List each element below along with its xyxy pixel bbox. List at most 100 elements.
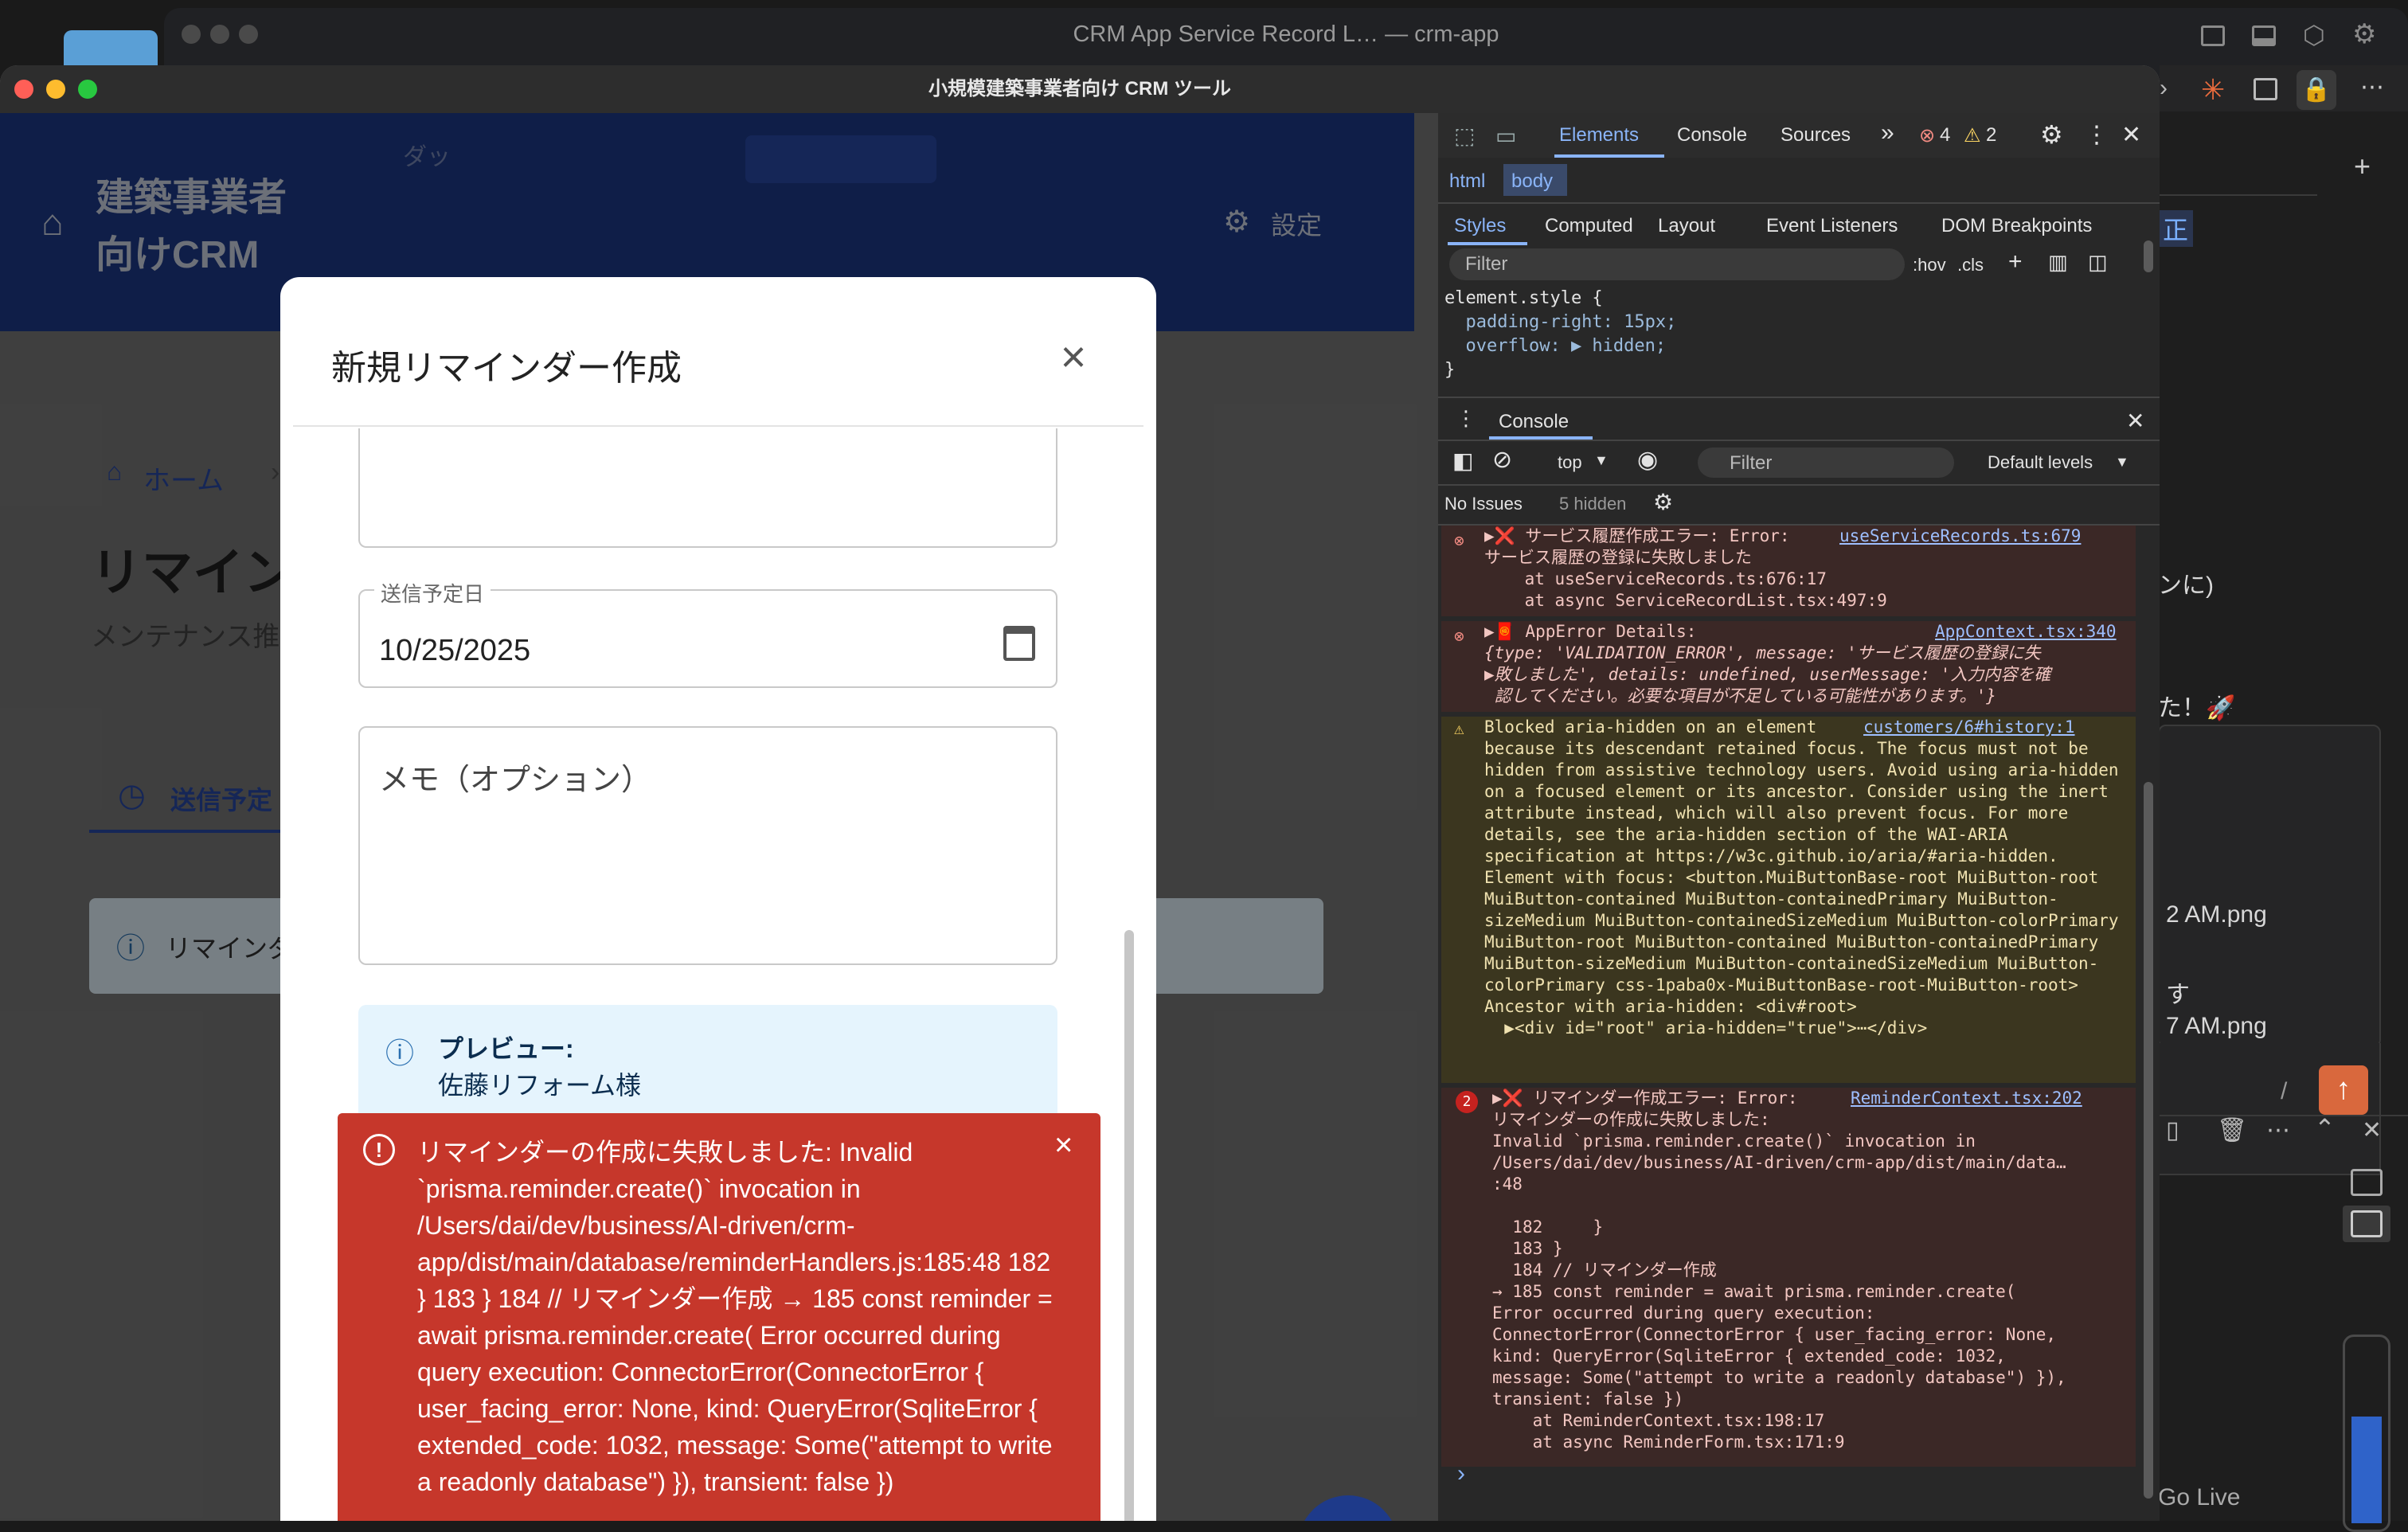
new-rule-icon[interactable]: + (2008, 248, 2023, 276)
message-body: リマインダーの作成に失敗しました: Invalid `prisma.remind… (1492, 1110, 2066, 1452)
tab-console[interactable]: Console (1677, 124, 1747, 147)
console-filter-input[interactable]: Filter (1698, 447, 1954, 478)
tab-sources[interactable]: Sources (1781, 124, 1851, 147)
tab-dom-breakpoints[interactable]: DOM Breakpoints (1941, 215, 2092, 237)
log-levels-select[interactable]: Default levels (1988, 452, 2093, 473)
message-text[interactable]: ▶❌ リマインダー作成エラー: Error: (1492, 1088, 1798, 1109)
drawer-tab-console[interactable]: Console (1499, 411, 1569, 433)
cls-button[interactable]: .cls (1957, 255, 1984, 276)
paint-icon[interactable]: ▥ (2048, 250, 2068, 275)
split-view-icon[interactable] (2254, 78, 2277, 100)
error-snackbar: ! リマインダーの作成に失敗しました: Invalid `prisma.remi… (338, 1113, 1100, 1521)
divider (293, 425, 1143, 427)
hov-button[interactable]: :hov (1913, 255, 1946, 276)
source-link[interactable]: customers/6#history:1 (1863, 717, 2075, 738)
chevron-up-icon[interactable]: ⌃ (2314, 1113, 2336, 1143)
message-text[interactable]: ▶❌ サービス履歴作成エラー: Error: (1484, 526, 1790, 547)
tab-elements[interactable]: Elements (1559, 124, 1639, 147)
preview-label: プレビュー: (438, 1034, 574, 1063)
console-error-message: ⊗ ▶🧧 AppError Details: AppContext.tsx:34… (1441, 621, 2136, 712)
gear-icon[interactable]: ⚙ (2352, 21, 2379, 48)
breadcrumb-body[interactable]: body (1511, 170, 1553, 193)
attachments-box: 2 AM.png す 7 AM.png (2158, 725, 2381, 1048)
tab-event-listeners[interactable]: Event Listeners (1766, 215, 1898, 237)
device-toolbar-icon[interactable]: ▭ (1495, 123, 1516, 149)
attachment-name[interactable]: 7 AM.png (2166, 1013, 2267, 1040)
preview-text: 佐藤リフォーム様 (438, 1071, 642, 1100)
ide-chat-panel: + 正 ンに) た！🚀 2 AM.png す 7 AM.png / ↑ ▯ 🗑 … (2158, 111, 2408, 1532)
styles-scrollbar[interactable] (2144, 240, 2153, 272)
eye-icon[interactable]: ◉ (1637, 446, 1658, 474)
css-line: } (1444, 360, 1456, 380)
repeat-count-badge: 2 (1456, 1091, 1478, 1113)
more-icon[interactable]: ⋯ (2266, 1116, 2290, 1144)
console-scrollbar[interactable] (2144, 782, 2153, 1499)
go-live-button[interactable]: Go Live (2158, 1484, 2240, 1511)
message-text[interactable]: ▶🧧 AppError Details: (1484, 621, 1696, 643)
lock-icon[interactable]: 🔒 (2297, 70, 2336, 110)
error-count-icon[interactable]: ⊗ (1919, 124, 1935, 147)
sidebar-toggle-icon[interactable] (2201, 25, 2225, 46)
chevron-down-icon[interactable]: ▼ (1594, 452, 1609, 469)
chevron-down-icon[interactable]: ▼ (2115, 454, 2129, 471)
drawer-close-icon[interactable]: ✕ (2126, 408, 2144, 434)
error-icon: ⊗ (1454, 627, 1464, 646)
more-tabs-icon[interactable]: » (1881, 119, 1894, 147)
window-minimize-button[interactable] (46, 80, 65, 99)
sidebar-toggle-icon[interactable]: ◧ (1452, 447, 1473, 474)
more-icon[interactable]: ⋯ (2360, 73, 2384, 101)
hidden-count: 5 hidden (1559, 494, 1627, 514)
clear-console-icon[interactable]: ⊘ (1492, 446, 1512, 474)
breadcrumb-html[interactable]: html (1449, 170, 1485, 193)
divider (2158, 194, 2317, 196)
message-textarea[interactable] (358, 428, 1057, 548)
warning-count[interactable]: 2 (1986, 124, 1996, 147)
inspect-icon[interactable]: ⬚ (1454, 123, 1475, 149)
no-issues-label: No Issues (1444, 494, 1523, 514)
styles-filter-input[interactable]: Filter (1449, 248, 1905, 280)
source-link[interactable]: useServiceRecords.ts:679 (1839, 526, 2081, 547)
console-settings-icon[interactable]: ⚙ (1653, 489, 1673, 515)
memo-textarea[interactable]: メモ（オプション） (358, 726, 1057, 965)
terminal-tab-active[interactable] (2343, 1206, 2390, 1242)
devtools-toolbar: ⬚ ▭ Elements Console Sources » ⊗ 4 ⚠ 2 ⚙… (1438, 113, 2160, 158)
warning-count-icon[interactable]: ⚠ (1964, 124, 1981, 147)
plus-icon[interactable]: + (2354, 150, 2371, 183)
css-line: element.style { (1444, 288, 1603, 308)
source-link[interactable]: AppContext.tsx:340 (1935, 621, 2117, 643)
close-icon[interactable]: × (1050, 333, 1097, 381)
tab-computed[interactable]: Computed (1545, 215, 1633, 237)
attachment-name[interactable]: 2 AM.png (2166, 901, 2267, 928)
drawer-menu-icon[interactable]: ⋮ (1456, 406, 1476, 431)
message-body: {type: 'VALIDATION_ERROR', message: 'サービ… (1484, 643, 2051, 705)
kebab-menu-icon[interactable]: ⋮ (2085, 121, 2109, 149)
divider (1438, 397, 2160, 398)
chevron-right-icon[interactable]: › (2160, 75, 2168, 102)
settings-icon[interactable]: ⚙ (2040, 119, 2063, 150)
extension-icon[interactable]: ⬡ (2303, 22, 2327, 48)
send-button[interactable]: ↑ (2319, 1065, 2368, 1115)
close-icon[interactable]: ✕ (2362, 1116, 2382, 1144)
source-link[interactable]: ReminderContext.tsx:202 (1851, 1088, 2082, 1109)
calendar-icon[interactable] (1003, 626, 1035, 661)
panel-toggle-icon[interactable] (2252, 25, 2276, 46)
terminal-icon[interactable] (2351, 1169, 2383, 1196)
tab-layout[interactable]: Layout (1658, 215, 1715, 237)
trash-icon[interactable]: 🗑 (2217, 1116, 2247, 1144)
tab-styles[interactable]: Styles (1454, 215, 1506, 237)
devtools-close-icon[interactable]: ✕ (2121, 121, 2141, 149)
console-prompt[interactable]: › (1457, 1460, 1465, 1487)
chat-input[interactable]: / ↑ (2158, 1043, 2381, 1175)
chat-line: ンに) (2158, 573, 2214, 599)
snackbar-close-icon[interactable]: × (1054, 1129, 1073, 1161)
error-count[interactable]: 4 (1940, 124, 1950, 147)
context-select[interactable]: top (1558, 452, 1582, 473)
warning-icon: ⚠ (1454, 719, 1464, 738)
divider (1438, 440, 2160, 441)
window-zoom-button[interactable] (78, 80, 97, 99)
split-terminal-icon[interactable]: ▯ (2166, 1116, 2179, 1144)
sidebar-icon[interactable]: ◫ (2088, 250, 2108, 275)
spark-icon[interactable]: ✳ (2201, 73, 2225, 107)
dialog-scrollbar[interactable] (1124, 930, 1134, 1521)
window-close-button[interactable] (14, 80, 33, 99)
